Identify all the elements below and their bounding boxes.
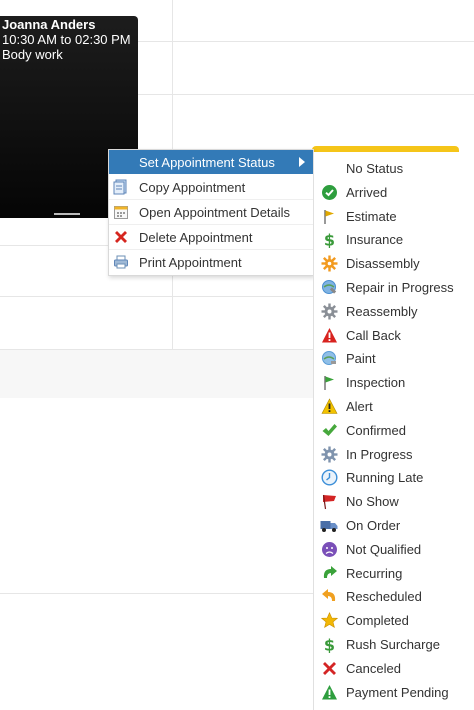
sad-face-icon (320, 540, 338, 558)
status-item-completed[interactable]: Completed (314, 609, 474, 632)
menu-item-open-appointment-details[interactable]: Open Appointment Details (109, 200, 313, 224)
yellow-warning-icon (320, 398, 338, 416)
appointment-context-menu: Set Appointment Status Copy Appointment … (108, 149, 314, 276)
status-item-running-late[interactable]: Running Late (314, 466, 474, 489)
menu-item-delete-appointment[interactable]: Delete Appointment (109, 225, 313, 249)
status-icon (112, 153, 130, 171)
status-item-confirmed[interactable]: Confirmed (314, 419, 474, 442)
status-item-estimate[interactable]: Estimate (314, 205, 474, 228)
yellow-flag-icon (320, 207, 338, 225)
globe-wrench-icon (320, 279, 338, 297)
status-item-no-show[interactable]: No Show (314, 490, 474, 513)
truck-icon (320, 517, 338, 535)
status-item-on-order[interactable]: On Order (314, 514, 474, 537)
red-x-icon (320, 659, 338, 677)
dollar-icon: $ (320, 636, 338, 654)
grey-gear-icon (320, 302, 338, 320)
status-item-rescheduled[interactable]: Rescheduled (314, 585, 474, 608)
check-circle-icon (320, 183, 338, 201)
status-item-payment-pending[interactable]: Payment Pending (314, 681, 474, 704)
status-item-call-back[interactable]: Call Back (314, 324, 474, 347)
status-item-in-progress[interactable]: In Progress (314, 443, 474, 466)
copy-icon (112, 178, 130, 196)
appointment-resize-handle[interactable] (54, 213, 80, 215)
star-icon (320, 612, 338, 630)
calendar-details-icon (112, 203, 130, 221)
recurring-arrow-icon (320, 564, 338, 582)
svg-text:$: $ (323, 231, 334, 248)
green-flag-icon (320, 374, 338, 392)
status-item-disassembly[interactable]: Disassembly (314, 252, 474, 275)
menu-item-set-appointment-status[interactable]: Set Appointment Status (109, 150, 313, 174)
status-item-arrived[interactable]: Arrived (314, 181, 474, 204)
menu-item-copy-appointment[interactable]: Copy Appointment (109, 175, 313, 199)
status-item-reassembly[interactable]: Reassembly (314, 300, 474, 323)
status-item-repair-in-progress[interactable]: Repair in Progress (314, 276, 474, 299)
status-item-insurance[interactable]: $ Insurance (314, 228, 474, 251)
svg-text:$: $ (323, 636, 334, 653)
red-warning-icon (320, 326, 338, 344)
status-item-canceled[interactable]: Canceled (314, 657, 474, 680)
red-flag-icon (320, 493, 338, 511)
reschedule-arrow-icon (320, 588, 338, 606)
blank-icon (320, 160, 338, 178)
blue-gear-icon (320, 445, 338, 463)
clock-icon (320, 469, 338, 487)
status-item-no-status[interactable]: No Status (314, 157, 474, 180)
delete-x-icon (112, 228, 130, 246)
appointment-customer-name: Joanna Anders (2, 17, 96, 32)
status-item-recurring[interactable]: Recurring (314, 562, 474, 585)
dollar-icon: $ (320, 231, 338, 249)
status-item-rush-surcharge[interactable]: $ Rush Surcharge (314, 633, 474, 656)
appointment-service: Body work (2, 47, 63, 62)
printer-icon (112, 253, 130, 271)
submenu-arrow-icon (299, 157, 305, 167)
status-item-alert[interactable]: Alert (314, 395, 474, 418)
green-warning-icon (320, 683, 338, 701)
status-item-paint[interactable]: Paint (314, 347, 474, 370)
status-item-not-qualified[interactable]: Not Qualified (314, 538, 474, 561)
appointment-status-submenu: No Status Arrived Estimate $ Insurance D… (313, 152, 474, 710)
paint-globe-icon (320, 350, 338, 368)
appointment-time: 10:30 AM to 02:30 PM (2, 32, 131, 47)
green-check-icon (320, 421, 338, 439)
menu-item-print-appointment[interactable]: Print Appointment (109, 250, 313, 274)
orange-gear-icon (320, 255, 338, 273)
status-item-inspection[interactable]: Inspection (314, 371, 474, 394)
